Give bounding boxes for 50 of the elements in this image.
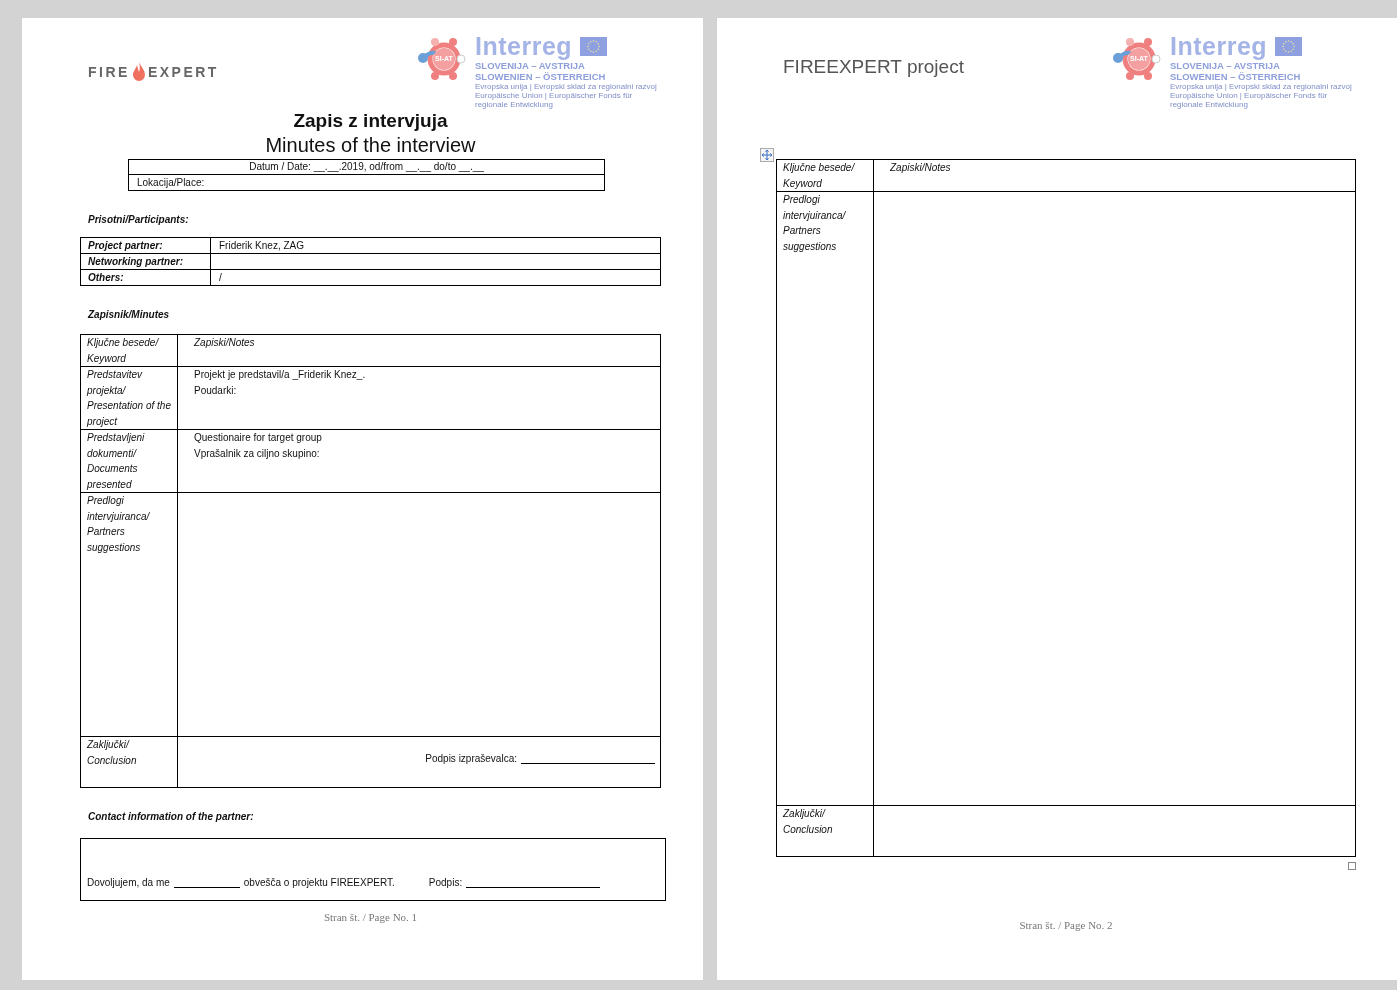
- section-heading: Prisotni/Participants:: [88, 213, 190, 227]
- date-line: Datum / Date: __.__.2019, od/from __.__ do/to __.__: [129, 160, 604, 175]
- program-logo-fine-print: Evropska unija | Evropski sklad za regionalni razvoj: [1170, 82, 1353, 91]
- program-logo-name: Interreg: [1170, 32, 1268, 60]
- notes-text: Poudarki:: [194, 383, 238, 398]
- program-logo-fine-print: Europäische Union | Europäischer Fonds für regionale Entwicklung: [1170, 91, 1329, 109]
- program-logo-line: SLOWENIEN – ÖSTERREICH: [1170, 71, 1302, 82]
- brand-logo-word: EXPERT: [147, 64, 219, 80]
- notes-text: Vprašalnik za ciljno skupino:: [194, 446, 321, 461]
- document-subtitle: Minutes of the interview: [264, 133, 477, 157]
- program-logo-name: Interreg: [475, 32, 573, 60]
- keyword-cell: Predstavitev projekta/ Presentation of the project: [81, 367, 178, 429]
- section-heading: Contact information of the partner:: [88, 810, 255, 824]
- eu-flag-icon: [1275, 36, 1303, 56]
- eu-flag-icon: [580, 36, 608, 56]
- program-logo-line: SLOVENIJA – AVSTRIJA: [1170, 60, 1281, 71]
- notes-text: Questionaire for target group: [194, 431, 323, 445]
- keyword-cell: Ključne besede/ Keyword: [81, 335, 178, 366]
- keyword-cell: Predlogi intervjuiranca/ Partners suggestions: [777, 192, 874, 805]
- consent-text: obvešča o projektu FIREEXPERT.: [243, 877, 395, 888]
- notes-text: Zapiski/Notes: [890, 161, 952, 175]
- keyword-cell: Ključne besede/ Keyword: [777, 160, 874, 191]
- program-logo-line: SLOWENIEN – ÖSTERREICH: [475, 71, 607, 82]
- participant-value: /: [218, 271, 222, 285]
- place-line: Lokacija/Place:: [136, 176, 206, 190]
- section-heading: Zapisnik/Minutes: [88, 308, 171, 322]
- resize-handle[interactable]: [1348, 862, 1356, 870]
- notes-text: Zapiski/Notes: [194, 336, 256, 350]
- participant-label: Project partner:: [81, 238, 211, 253]
- consent-text: Dovoljujem, da me: [87, 877, 170, 888]
- participant-value: Friderik Knez, ZAG: [218, 239, 305, 253]
- brand-logo-word: FIRE: [88, 64, 130, 80]
- page-footer: Stran št. / Page No. 1: [80, 911, 661, 923]
- move-handle-icon[interactable]: [760, 148, 774, 162]
- keyword-cell: Zaključki/ Conclusion: [777, 806, 874, 856]
- program-logo-line: SLOVENIJA – AVSTRIJA: [475, 60, 586, 71]
- signature-label: Podpis:: [428, 877, 463, 888]
- program-logo-fine-print: Europäische Union | Europäischer Fonds für regionale Entwicklung: [475, 91, 634, 109]
- keyword-cell: Predstavljeni dokumenti/ Documents presented: [81, 430, 178, 492]
- document-title: Zapis z intervjuja: [292, 109, 449, 133]
- notes-text: Projekt je predstavil/a _Friderik Knez_.: [194, 368, 367, 382]
- participant-label: Others:: [81, 270, 211, 285]
- flame-icon: [131, 62, 146, 82]
- participant-label: Networking partner:: [81, 254, 211, 269]
- keyword-cell: Zaključki/ Conclusion: [81, 737, 178, 787]
- signature-label: Podpis izpraševalca:: [425, 753, 517, 764]
- page-footer: Stran št. / Page No. 2: [776, 919, 1356, 931]
- keyword-cell: Predlogi intervjuiranca/ Partners suggestions: [81, 493, 178, 736]
- program-logo-fine-print: Evropska unija | Evropski sklad za regionalni razvoj: [475, 82, 658, 91]
- header-title: FIREEXPERT project: [783, 56, 964, 78]
